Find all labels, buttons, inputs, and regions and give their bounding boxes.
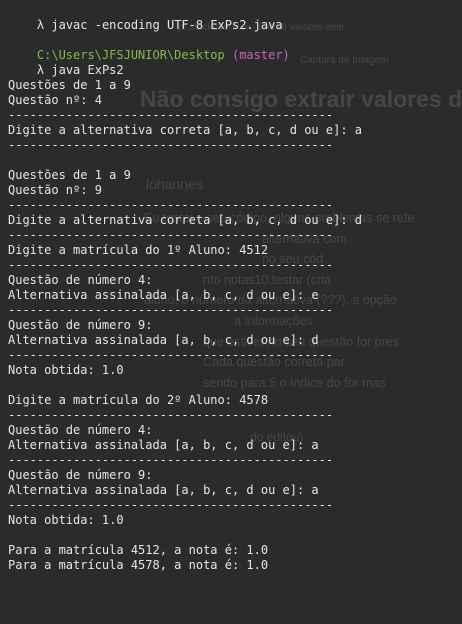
output-line: Alternativa assinalada [a, b, c, d ou e]… [8, 333, 319, 347]
prompt-lambda-icon: λ [36, 63, 45, 77]
separator-line: ----------------------------------------… [8, 348, 334, 362]
prompt-path-line: C:\Users\JFSJUNIOR\Desktop (master) [8, 33, 462, 62]
output-line: Para a matrícula 4578, a nota é: 1.0 [8, 558, 269, 572]
separator-line: ----------------------------------------… [8, 303, 334, 317]
separator-line: ----------------------------------------… [8, 408, 334, 422]
current-path: C:\Users\JFSJUNIOR\Desktop [36, 48, 225, 62]
output-line: Questão de número 4: [8, 423, 153, 437]
separator-line: ----------------------------------------… [8, 138, 334, 152]
output-line: Questões de 1 a 9 [8, 168, 131, 182]
output-line: Nota obtida: 1.0 [8, 363, 124, 377]
output-line: Questão de número 9: [8, 468, 153, 482]
output-line: Digite a alternativa correta [a, b, c, d… [8, 213, 363, 227]
separator-line: ----------------------------------------… [8, 453, 334, 467]
output-line: Digite a matrícula do 1º Aluno: 4512 [8, 243, 269, 257]
output-line: Para a matrícula 4512, a nota é: 1.0 [8, 543, 269, 557]
output-line: Alternativa assinalada [a, b, c, d ou e]… [8, 438, 319, 452]
output-line: Questão de número 4: [8, 273, 153, 287]
git-branch: (master) [231, 48, 290, 62]
separator-line: ----------------------------------------… [8, 228, 334, 242]
separator-line: ----------------------------------------… [8, 198, 334, 212]
output-line: Questões de 1 a 9 [8, 78, 131, 92]
command-text: java ExPs2 [51, 63, 124, 77]
prompt-lambda-icon: λ [36, 18, 45, 32]
command-line: λ javac -encoding UTF-8 ExPs2.java [8, 3, 462, 32]
separator-line: ----------------------------------------… [8, 498, 334, 512]
output-line: Nota obtida: 1.0 [8, 513, 124, 527]
output-line: Questão de número 9: [8, 318, 153, 332]
separator-line: ----------------------------------------… [8, 108, 334, 122]
output-line: Digite a alternativa correta [a, b, c, d… [8, 123, 363, 137]
output-line: Questão nº: 9 [8, 183, 102, 197]
terminal-output[interactable]: λ javac -encoding UTF-8 ExPs2.java C:\Us… [8, 3, 462, 624]
command-text: javac -encoding UTF-8 ExPs2.java [51, 18, 283, 32]
output-line: Alternativa assinalada [a, b, c, d ou e]… [8, 288, 319, 302]
output-line: Alternativa assinalada [a, b, c, d ou e]… [8, 483, 319, 497]
output-line: Digite a matrícula do 2º Aluno: 4578 [8, 393, 269, 407]
output-line: Questão nº: 4 [8, 93, 102, 107]
separator-line: ----------------------------------------… [8, 258, 334, 272]
